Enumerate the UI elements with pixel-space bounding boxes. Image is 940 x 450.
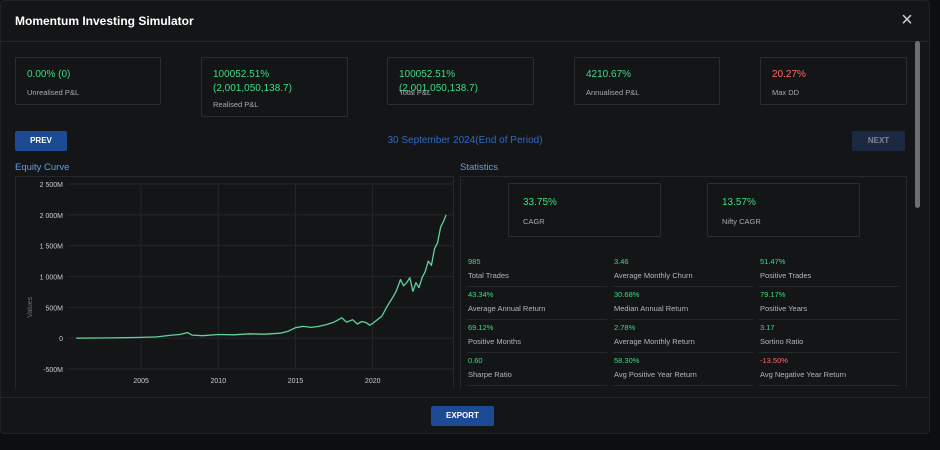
modal-header: Momentum Investing Simulator × [1,1,929,42]
annualised-pnl-label: Annualised P&L [586,88,640,97]
x-tick-label: 2010 [211,378,227,385]
simulator-modal: Momentum Investing Simulator × 0.00% (0)… [0,0,930,434]
stat-label: Sharpe Ratio [468,370,512,379]
unrealised-pnl-card: 0.00% (0) Unrealised P&L [15,57,161,105]
y-tick-label: -500M [43,367,63,374]
x-tick-label: 2005 [133,378,149,385]
y-tick-label: 0 [59,336,63,343]
stat-label: Positive Years [760,304,808,313]
stat-label: Avg Negative Year Return [760,370,847,379]
y-tick-label: 2 000M [40,213,64,220]
realised-pnl-card: 100052.51% (2,001,050,138.7) Realised P&… [201,57,348,117]
max-dd-card: 20.27% Max DD [760,57,907,105]
stat-item: 0.60 Sharpe Ratio [467,354,607,386]
stat-value: 3.17 [760,323,775,332]
equity-chart-panel: 2 500M 2 000M 1 500M 1 000M 500M 0 -500M 2005 20… [15,176,454,388]
close-icon[interactable]: × [899,10,915,30]
stat-item: 69.12% Positive Months [467,321,607,353]
stat-value: 58.30% [614,356,640,365]
export-button[interactable]: EXPORT [431,406,494,426]
cagr-value: 33.75% [523,197,557,208]
scrollbar[interactable] [914,41,921,397]
equity-chart: 2 500M 2 000M 1 500M 1 000M 500M 0 -500M 2005 20… [27,182,453,385]
stat-label: Positive Months [468,337,521,346]
y-axis-label: Values [27,296,34,317]
total-pnl-card: 100052.51% (2,001,050,138.7) Total P&L [387,57,534,105]
cagr-label: CAGR [523,217,545,226]
stat-value: 43.34% [468,290,494,299]
stat-label: Average Monthly Churn [614,271,693,280]
y-tick-label: 1 000M [40,275,64,282]
stat-value: 69.12% [468,323,494,332]
stat-label: Total Trades [468,271,509,280]
stat-item: 2.78% Average Monthly Return [613,321,753,353]
nifty-cagr-card: 13.57% Nifty CAGR [707,183,860,237]
stat-item: 3.46 Average Monthly Churn [613,255,753,287]
statistics-title: Statistics [460,162,499,173]
annualised-pnl-value: 4210.67% [586,69,632,80]
y-tick-label: 2 500M [40,182,64,189]
period-label: 30 September 2024(End of Period) [387,135,543,146]
equity-curve-title: Equity Curve [15,162,70,173]
stat-item: 43.34% Average Annual Return [467,288,607,320]
stat-value: 3.46 [614,257,629,266]
stat-value: -13.50% [760,356,788,365]
max-dd-value: 20.27% [772,69,806,80]
annualised-pnl-card: 4210.67% Annualised P&L [574,57,720,105]
stat-item: -13.50% Avg Negative Year Return [759,354,899,386]
y-tick-label: 1 500M [40,244,64,251]
stat-label: Average Annual Return [468,304,546,313]
unrealised-pnl-label: Unrealised P&L [27,88,80,97]
stat-value: 30.68% [614,290,640,299]
stat-label: Median Annual Return [614,304,689,313]
stat-item: 3.17 Sortino Ratio [759,321,899,353]
realised-pnl-value: 100052.51% (2,001,050,138.7) [213,69,292,94]
nifty-cagr-value: 13.57% [722,197,756,208]
stat-label: Avg Positive Year Return [614,370,697,379]
stat-item: 51.47% Positive Trades [759,255,899,287]
stat-item: 30.68% Median Annual Return [613,288,753,320]
stat-value: 51.47% [760,257,786,266]
stat-value: 985 [468,257,481,266]
realised-pnl-label: Realised P&L [213,100,259,109]
stat-label: Positive Trades [760,271,812,280]
y-tick-label: 500M [45,305,63,312]
stat-item: 79.17% Positive Years [759,288,899,320]
scrollbar-thumb[interactable] [915,41,920,208]
stat-label: Sortino Ratio [760,337,804,346]
stat-label: Average Monthly Return [614,337,695,346]
stat-value: 2.78% [614,323,636,332]
max-dd-label: Max DD [772,88,800,97]
x-tick-label: 2015 [288,378,304,385]
total-pnl-label: Total P&L [399,88,432,97]
stat-item: 58.30% Avg Positive Year Return [613,354,753,386]
prev-button[interactable]: PREV [15,131,67,151]
cagr-card: 33.75% CAGR [508,183,661,237]
modal-title: Momentum Investing Simulator [15,14,194,28]
stat-item: 985 Total Trades [467,255,607,287]
x-tick-label: 2020 [365,378,381,385]
stat-value: 0.60 [468,356,483,365]
stat-value: 79.17% [760,290,786,299]
unrealised-pnl-value: 0.00% (0) [27,69,71,80]
next-button[interactable]: NEXT [852,131,905,151]
nifty-cagr-label: Nifty CAGR [722,217,761,226]
